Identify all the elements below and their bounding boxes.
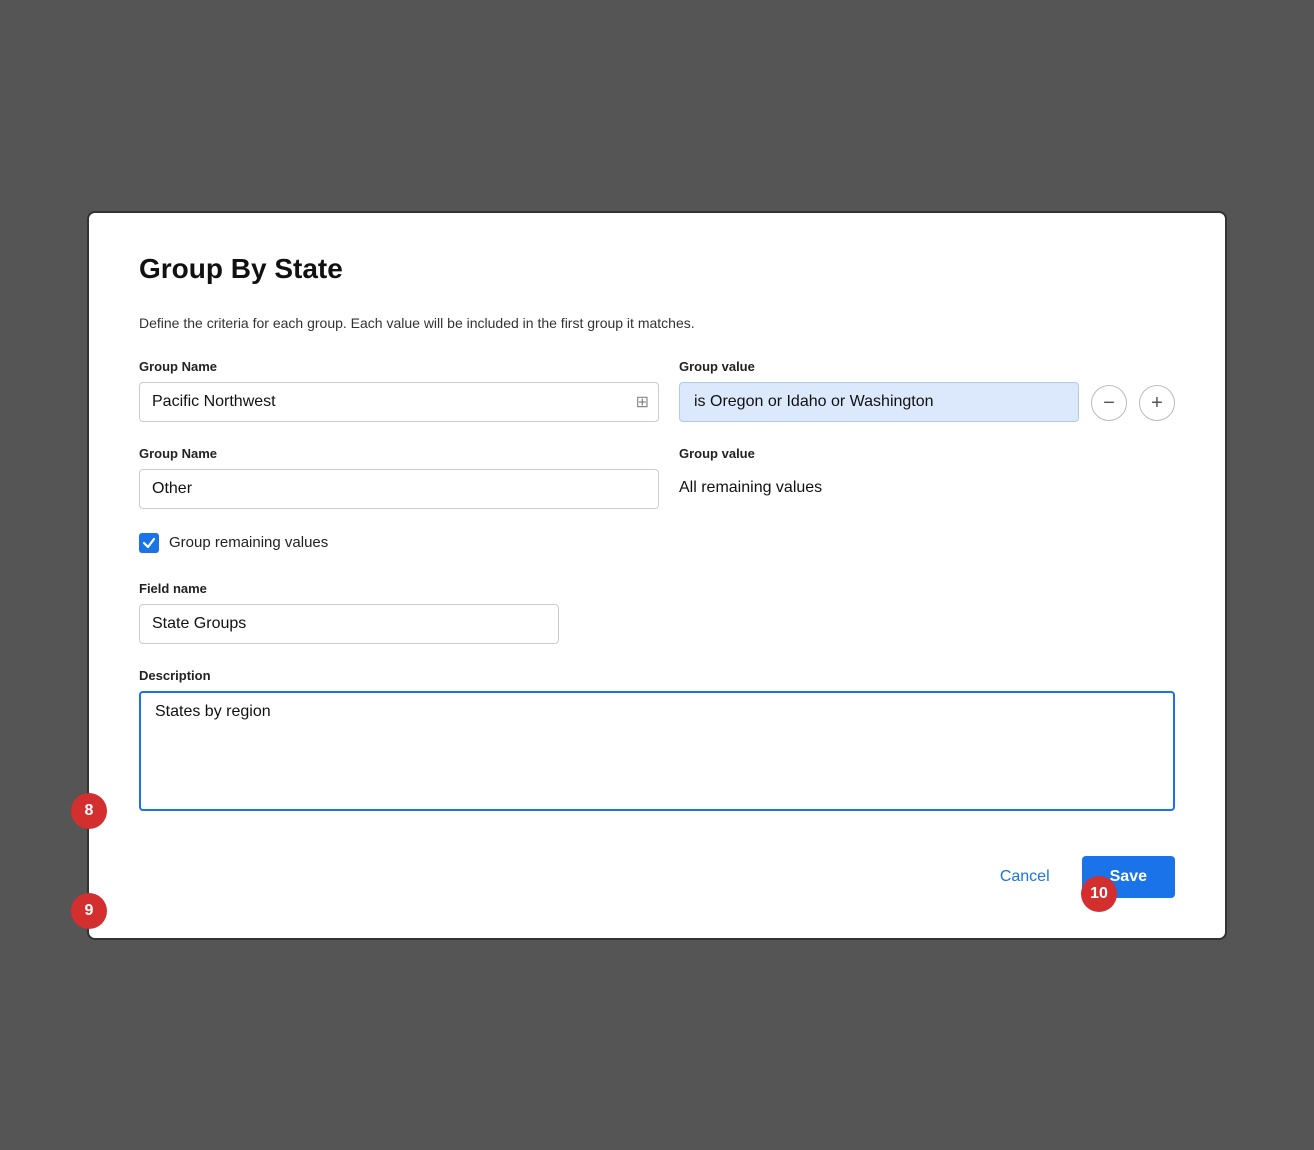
- group-row-1: Group Name ⊞ Group value is Oregon or Id…: [139, 359, 1175, 422]
- group-row-2: Group Name Group value All remaining val…: [139, 446, 1175, 509]
- group2-value-col: Group value All remaining values: [679, 446, 1175, 497]
- field-name-label: Field name: [139, 581, 1175, 596]
- step-badge-10: 10: [1081, 876, 1117, 912]
- group2-value-label: Group value: [679, 446, 1175, 461]
- group1-name-label: Group Name: [139, 359, 659, 374]
- group1-value-col: Group value is Oregon or Idaho or Washin…: [679, 359, 1175, 422]
- dialog-title: Group By State: [139, 253, 1175, 285]
- group1-name-input[interactable]: [139, 382, 659, 422]
- step-badge-8: 8: [71, 793, 107, 829]
- field-name-input[interactable]: [139, 604, 559, 644]
- group2-name-col: Group Name: [139, 446, 659, 509]
- group1-value-label: Group value: [679, 359, 1079, 374]
- checkbox-row: Group remaining values: [139, 533, 1175, 553]
- group2-value-text: All remaining values: [679, 469, 1175, 497]
- remove-group1-button[interactable]: −: [1091, 385, 1127, 421]
- group2-name-input[interactable]: [139, 469, 659, 509]
- group2-name-label: Group Name: [139, 446, 659, 461]
- group1-value-display: is Oregon or Idaho or Washington: [679, 382, 1079, 422]
- table-icon: ⊞: [636, 392, 649, 412]
- footer: Cancel Save: [139, 856, 1175, 898]
- group-remaining-checkbox[interactable]: [139, 533, 159, 553]
- add-group-button[interactable]: +: [1139, 385, 1175, 421]
- step-badge-9: 9: [71, 893, 107, 929]
- checkbox-label: Group remaining values: [169, 534, 328, 551]
- description-label: Description: [139, 668, 1175, 683]
- dialog: 8 9 10 Group By State Define the criteri…: [87, 211, 1227, 940]
- dialog-description: Define the criteria for each group. Each…: [139, 315, 1175, 331]
- description-textarea[interactable]: States by region: [139, 691, 1175, 811]
- description-section: Description States by region: [139, 668, 1175, 816]
- cancel-button[interactable]: Cancel: [984, 858, 1066, 896]
- group1-name-col: Group Name ⊞: [139, 359, 659, 422]
- field-name-section: Field name: [139, 581, 1175, 644]
- group1-name-wrapper: ⊞: [139, 382, 659, 422]
